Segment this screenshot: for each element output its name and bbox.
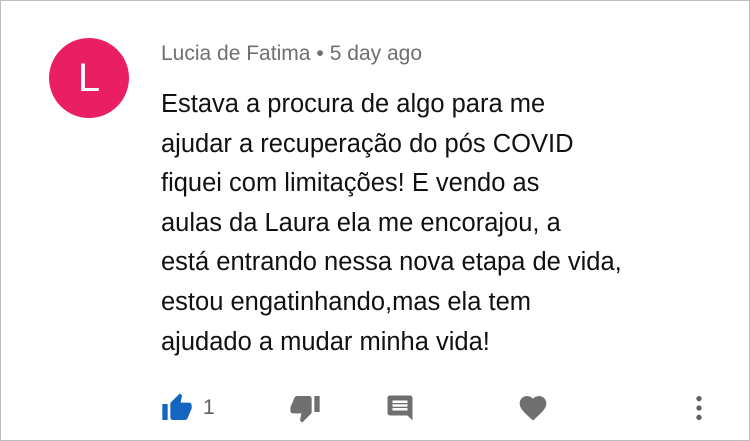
like-count: 1 bbox=[203, 396, 215, 419]
thumbs-up-icon bbox=[161, 392, 193, 424]
comment-actions: 1 bbox=[1, 386, 750, 430]
heart-icon bbox=[517, 392, 549, 424]
comment-card: L Lucia de Fatima • 5 day ago Estava a pro… bbox=[0, 0, 750, 441]
reply-button[interactable] bbox=[385, 386, 415, 430]
more-vertical-icon bbox=[683, 392, 715, 424]
heart-button[interactable] bbox=[517, 386, 549, 430]
comment-meta: Lucia de Fatima • 5 day ago bbox=[161, 42, 422, 66]
more-options-button[interactable] bbox=[683, 386, 715, 430]
dislike-button[interactable] bbox=[289, 386, 321, 430]
like-button[interactable]: 1 bbox=[161, 386, 215, 430]
meta-separator: • bbox=[316, 42, 324, 65]
author-name[interactable]: Lucia de Fatima bbox=[161, 42, 310, 65]
avatar[interactable]: L bbox=[49, 38, 129, 118]
thumbs-down-icon bbox=[289, 392, 321, 424]
comment-icon bbox=[385, 393, 415, 423]
comment-text: Estava a procura de algo para me ajudar … bbox=[161, 90, 622, 356]
avatar-letter: L bbox=[77, 55, 101, 100]
comment-time: 5 day ago bbox=[329, 42, 423, 65]
